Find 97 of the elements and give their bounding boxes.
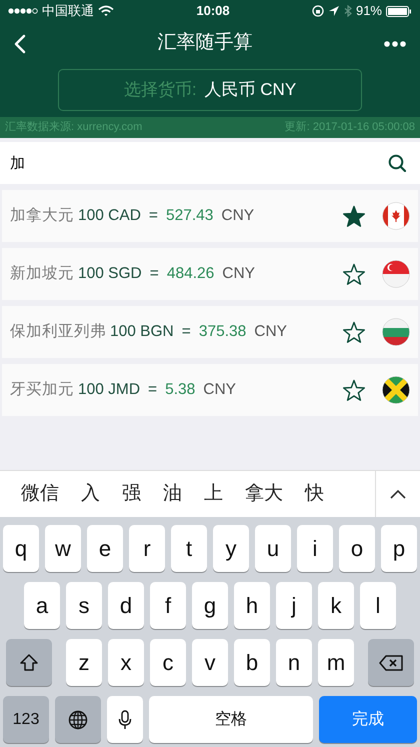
microphone-icon (118, 710, 132, 730)
space-key[interactable]: 空格 (149, 696, 313, 743)
delete-key[interactable] (368, 639, 414, 686)
globe-key[interactable] (55, 696, 101, 743)
key[interactable]: o (339, 525, 375, 572)
key[interactable]: d (108, 582, 144, 629)
jamaica-flag-icon (382, 376, 410, 404)
status-time: 10:08 (196, 2, 230, 20)
converted-value: 527.43 (166, 206, 214, 226)
rate-row[interactable]: 新加坡元 100 SGD = 484.26 CNY (2, 248, 418, 300)
key[interactable]: u (255, 525, 291, 572)
target-currency: CNY (221, 206, 254, 226)
star-icon[interactable] (342, 320, 366, 344)
candidate-word[interactable]: 微信 (10, 480, 70, 508)
more-icon (384, 40, 406, 46)
candidate-word[interactable]: 快 (294, 480, 335, 508)
currency-name: 加拿大元 (10, 206, 74, 226)
key[interactable]: p (381, 525, 417, 572)
target-currency: CNY (222, 264, 255, 284)
candidate-word[interactable]: 强 (111, 480, 152, 508)
back-icon (14, 34, 26, 54)
canada-flag-icon (382, 202, 410, 230)
converted-value: 375.38 (198, 322, 246, 342)
key[interactable]: f (150, 582, 186, 629)
chevron-up-icon (390, 490, 406, 498)
converted-value: 484.26 (166, 264, 214, 284)
target-currency: CNY (254, 322, 287, 342)
candidate-word[interactable]: 油 (152, 480, 193, 508)
key[interactable]: i (297, 525, 333, 572)
page-title: 汇率随手算 (158, 31, 252, 56)
key[interactable]: y (213, 525, 249, 572)
key[interactable]: r (129, 525, 165, 572)
bulgaria-flag-icon (382, 318, 410, 346)
shift-key[interactable] (6, 639, 52, 686)
key[interactable]: g (192, 582, 228, 629)
key[interactable]: q (3, 525, 39, 572)
numbers-key[interactable]: 123 (3, 696, 49, 743)
rate-row[interactable]: 加拿大元 100 CAD = 527.43 CNY (2, 190, 418, 242)
rate-row[interactable]: 牙买加元 100 JMD = 5.38 CNY (2, 364, 418, 416)
star-icon[interactable] (342, 262, 366, 286)
currency-amount: 100 JMD (78, 380, 140, 400)
done-key[interactable]: 完成 (319, 696, 417, 743)
key[interactable]: v (192, 639, 228, 686)
key[interactable]: c (150, 639, 186, 686)
key[interactable]: a (24, 582, 60, 629)
star-icon[interactable] (342, 378, 366, 402)
battery-level: 91% (356, 2, 382, 20)
currency-name: 新加坡元 (10, 264, 74, 284)
search-field[interactable]: 加 (0, 142, 420, 184)
key[interactable]: s (66, 582, 102, 629)
key[interactable]: b (234, 639, 270, 686)
currency-amount: 100 CAD (78, 206, 141, 226)
search-button[interactable] (388, 154, 406, 172)
equals-sign: = (182, 322, 191, 342)
target-currency: CNY (203, 380, 236, 400)
key[interactable]: k (318, 582, 354, 629)
equals-sign: = (148, 380, 158, 400)
key[interactable]: x (108, 639, 144, 686)
key[interactable]: l (360, 582, 396, 629)
battery-icon (386, 6, 412, 16)
key[interactable]: m (318, 639, 354, 686)
key[interactable]: e (87, 525, 123, 572)
currency-amount: 100 BGN (110, 322, 174, 342)
candidate-word[interactable]: 上 (193, 480, 234, 508)
backspace-icon (379, 654, 403, 670)
key[interactable]: z (66, 639, 102, 686)
globe-icon (68, 710, 88, 730)
more-button[interactable] (384, 40, 406, 46)
currency-name: 保加利亚列弗 (10, 322, 106, 342)
key[interactable]: h (234, 582, 270, 629)
equals-sign: = (148, 206, 158, 226)
shift-icon (19, 653, 39, 672)
currency-name: 牙买加元 (10, 380, 74, 400)
key[interactable]: n (276, 639, 312, 686)
rate-row[interactable]: 保加利亚列弗 100 BGN = 375.38 CNY (2, 306, 418, 358)
microphone-key[interactable] (107, 696, 143, 743)
location-icon (328, 5, 340, 17)
equals-sign: = (150, 264, 159, 284)
converted-value: 5.38 (165, 380, 196, 400)
rotation-lock-icon (312, 5, 324, 17)
selected-currency: 人民币 CNY (204, 79, 296, 102)
wifi-icon (98, 5, 114, 17)
singapore-flag-icon (382, 260, 410, 288)
back-button[interactable] (14, 34, 26, 54)
currency-selector[interactable]: 选择货币: 人民币 CNY (58, 69, 362, 111)
currency-amount: 100 SGD (78, 264, 142, 284)
candidate-word[interactable]: 拿大 (234, 480, 294, 508)
signal-icon (8, 7, 38, 15)
key[interactable]: j (276, 582, 312, 629)
key[interactable]: w (45, 525, 81, 572)
bluetooth-icon (344, 5, 352, 17)
candidate-word[interactable]: 入 (70, 480, 111, 508)
key[interactable]: t (171, 525, 207, 572)
carrier-name: 中国联通 (42, 2, 94, 20)
filled-star-icon[interactable] (342, 204, 366, 228)
search-icon (388, 154, 406, 172)
selector-label: 选择货币: (124, 79, 197, 102)
